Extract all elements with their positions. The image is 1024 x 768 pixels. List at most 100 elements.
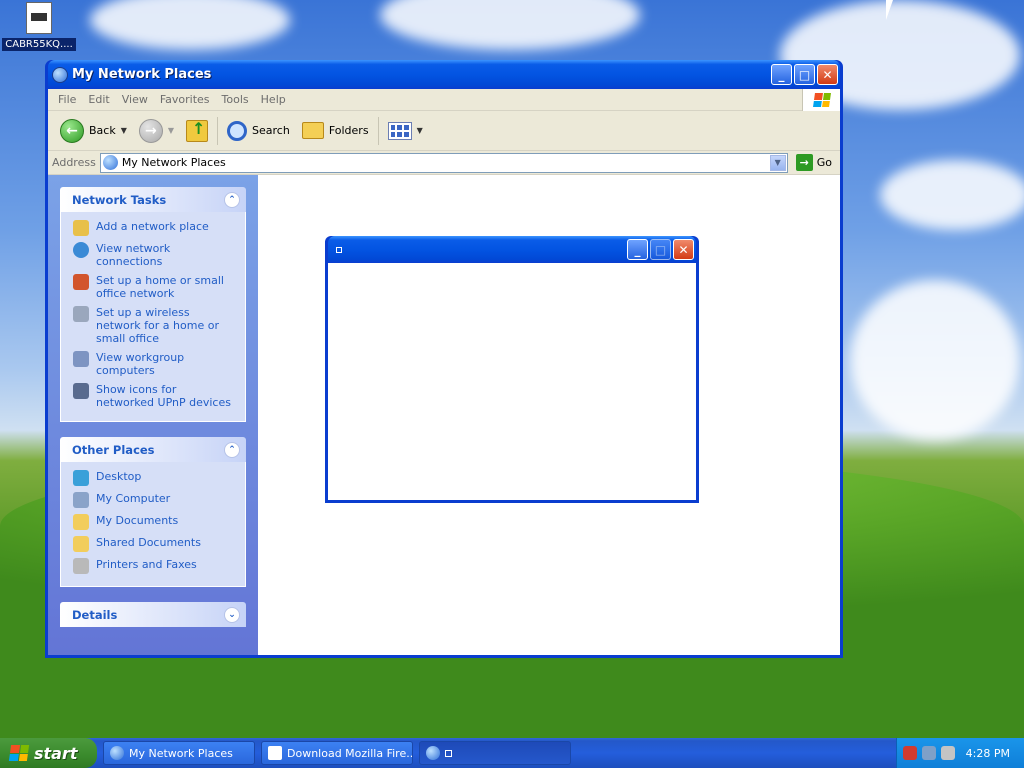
network-tasks-header[interactable]: Network Tasks ⌃ bbox=[60, 187, 246, 212]
task-view-network-connections[interactable]: View network connections bbox=[73, 242, 235, 268]
clock[interactable]: 4:28 PM bbox=[966, 747, 1010, 760]
cloud bbox=[90, 0, 290, 50]
folders-button[interactable]: Folders bbox=[296, 116, 375, 146]
go-button[interactable]: → Go bbox=[792, 154, 836, 171]
toolbar-separator bbox=[377, 116, 379, 145]
place-shared-documents[interactable]: Shared Documents bbox=[73, 536, 235, 552]
task-add-network-place[interactable]: Add a network place bbox=[73, 220, 235, 236]
volume-icon[interactable] bbox=[940, 746, 955, 760]
task-label: View workgroup computers bbox=[96, 351, 185, 377]
other-places-header[interactable]: Other Places ⌃ bbox=[60, 437, 246, 462]
home-network-icon bbox=[73, 274, 89, 290]
wireless-network-icon bbox=[73, 306, 89, 322]
views-button[interactable]: ▼ bbox=[382, 116, 429, 146]
menubar: File Edit View Favorites Tools Help bbox=[48, 89, 840, 111]
up-button[interactable] bbox=[180, 116, 214, 146]
menu-view[interactable]: View bbox=[116, 93, 154, 106]
task-setup-home-network[interactable]: Set up a home or small office network bbox=[73, 274, 235, 300]
details-header[interactable]: Details ⌄ bbox=[60, 602, 246, 627]
security-shield-icon[interactable] bbox=[902, 746, 917, 760]
cloud bbox=[380, 0, 640, 50]
search-button[interactable]: Search bbox=[221, 116, 296, 146]
window-titlebar[interactable]: My Network Places _ □ ✕ bbox=[48, 60, 840, 89]
address-field[interactable]: My Network Places ▼ bbox=[99, 152, 788, 173]
menu-tools[interactable]: Tools bbox=[216, 93, 255, 106]
cloud bbox=[880, 160, 1024, 230]
maximize-button[interactable]: □ bbox=[794, 64, 815, 85]
panel-title: Other Places bbox=[72, 442, 155, 457]
documents-folder-icon bbox=[73, 514, 89, 530]
back-dropdown-icon[interactable]: ▼ bbox=[121, 126, 127, 135]
printer-icon bbox=[73, 558, 89, 574]
task-label: Add a network place bbox=[96, 220, 209, 233]
minimize-button[interactable]: _ bbox=[627, 239, 648, 260]
menu-help[interactable]: Help bbox=[255, 93, 292, 106]
desktop-icon bbox=[73, 470, 89, 486]
window-icon bbox=[445, 749, 452, 757]
blank-window-titlebar[interactable]: _ □ ✕ bbox=[328, 236, 696, 263]
maximize-button[interactable]: □ bbox=[650, 239, 671, 260]
computer-icon bbox=[73, 492, 89, 508]
network-status-icon[interactable] bbox=[921, 746, 936, 760]
forward-dropdown-icon[interactable]: ▼ bbox=[168, 126, 174, 135]
window-title: My Network Places bbox=[72, 67, 212, 82]
network-places-icon bbox=[52, 66, 68, 83]
task-show-upnp-icons[interactable]: Show icons for networked UPnP devices bbox=[73, 383, 235, 409]
place-desktop[interactable]: Desktop bbox=[73, 470, 235, 486]
folder-up-icon bbox=[186, 119, 209, 142]
network-places-icon bbox=[110, 746, 124, 760]
taskbar-item-blank-window[interactable] bbox=[419, 741, 571, 765]
back-label: Back bbox=[89, 124, 116, 137]
taskbar-item-label: Download Mozilla Fire... bbox=[287, 746, 413, 760]
search-icon bbox=[227, 120, 248, 141]
views-icon bbox=[387, 121, 412, 140]
details-panel: Details ⌄ bbox=[60, 602, 246, 627]
address-dropdown-icon[interactable]: ▼ bbox=[769, 154, 786, 171]
panel-title: Network Tasks bbox=[72, 192, 167, 207]
windows-logo-icon bbox=[802, 89, 840, 111]
toolbar: ← Back ▼ → ▼ Search Folders bbox=[48, 111, 840, 151]
network-connections-icon bbox=[73, 242, 89, 258]
go-arrow-icon: → bbox=[795, 154, 813, 171]
place-my-computer[interactable]: My Computer bbox=[73, 492, 235, 508]
place-printers-faxes[interactable]: Printers and Faxes bbox=[73, 558, 235, 574]
menu-file[interactable]: File bbox=[52, 93, 82, 106]
taskbar-item-network-places[interactable]: My Network Places bbox=[103, 741, 255, 765]
collapse-icon[interactable]: ⌃ bbox=[224, 441, 240, 458]
task-pane: Network Tasks ⌃ Add a network place View… bbox=[48, 175, 258, 655]
menu-favorites[interactable]: Favorites bbox=[154, 93, 216, 106]
menu-edit[interactable]: Edit bbox=[82, 93, 115, 106]
place-label: Desktop bbox=[96, 470, 142, 483]
back-button[interactable]: ← Back ▼ bbox=[54, 116, 133, 146]
desktop-icon[interactable]: CABR55KQ.... bbox=[2, 2, 76, 51]
desktop-icon-label: CABR55KQ.... bbox=[2, 38, 76, 51]
address-value: My Network Places bbox=[121, 156, 226, 169]
taskbar-item-label: My Network Places bbox=[129, 746, 233, 760]
expand-icon[interactable]: ⌄ bbox=[224, 606, 240, 623]
task-label: Show icons for networked UPnP devices bbox=[96, 383, 231, 409]
task-label: Set up a home or small office network bbox=[96, 274, 224, 300]
close-button[interactable]: ✕ bbox=[673, 239, 694, 260]
close-button[interactable]: ✕ bbox=[817, 64, 838, 85]
task-setup-wireless-network[interactable]: Set up a wireless network for a home or … bbox=[73, 306, 235, 345]
views-dropdown-icon: ▼ bbox=[416, 126, 423, 135]
file-icon bbox=[26, 2, 52, 34]
upnp-devices-icon bbox=[73, 383, 89, 399]
collapse-icon[interactable]: ⌃ bbox=[224, 191, 240, 208]
minimize-button[interactable]: _ bbox=[771, 64, 792, 85]
task-view-workgroup[interactable]: View workgroup computers bbox=[73, 351, 235, 377]
task-label: View network connections bbox=[96, 242, 171, 268]
search-label: Search bbox=[252, 124, 290, 137]
address-label: Address bbox=[52, 156, 96, 169]
mouse-cursor-icon bbox=[886, 0, 900, 20]
place-label: My Documents bbox=[96, 514, 179, 527]
taskbar-item-download-firefox[interactable]: Download Mozilla Fire... bbox=[261, 741, 413, 765]
blank-window: _ □ ✕ bbox=[325, 236, 699, 503]
forward-button[interactable]: → ▼ bbox=[133, 116, 180, 146]
place-my-documents[interactable]: My Documents bbox=[73, 514, 235, 530]
toolbar-separator bbox=[217, 116, 219, 145]
go-label: Go bbox=[816, 156, 832, 169]
workgroup-computers-icon bbox=[73, 351, 89, 367]
cloud bbox=[850, 280, 1020, 440]
start-button[interactable]: start bbox=[0, 738, 97, 768]
